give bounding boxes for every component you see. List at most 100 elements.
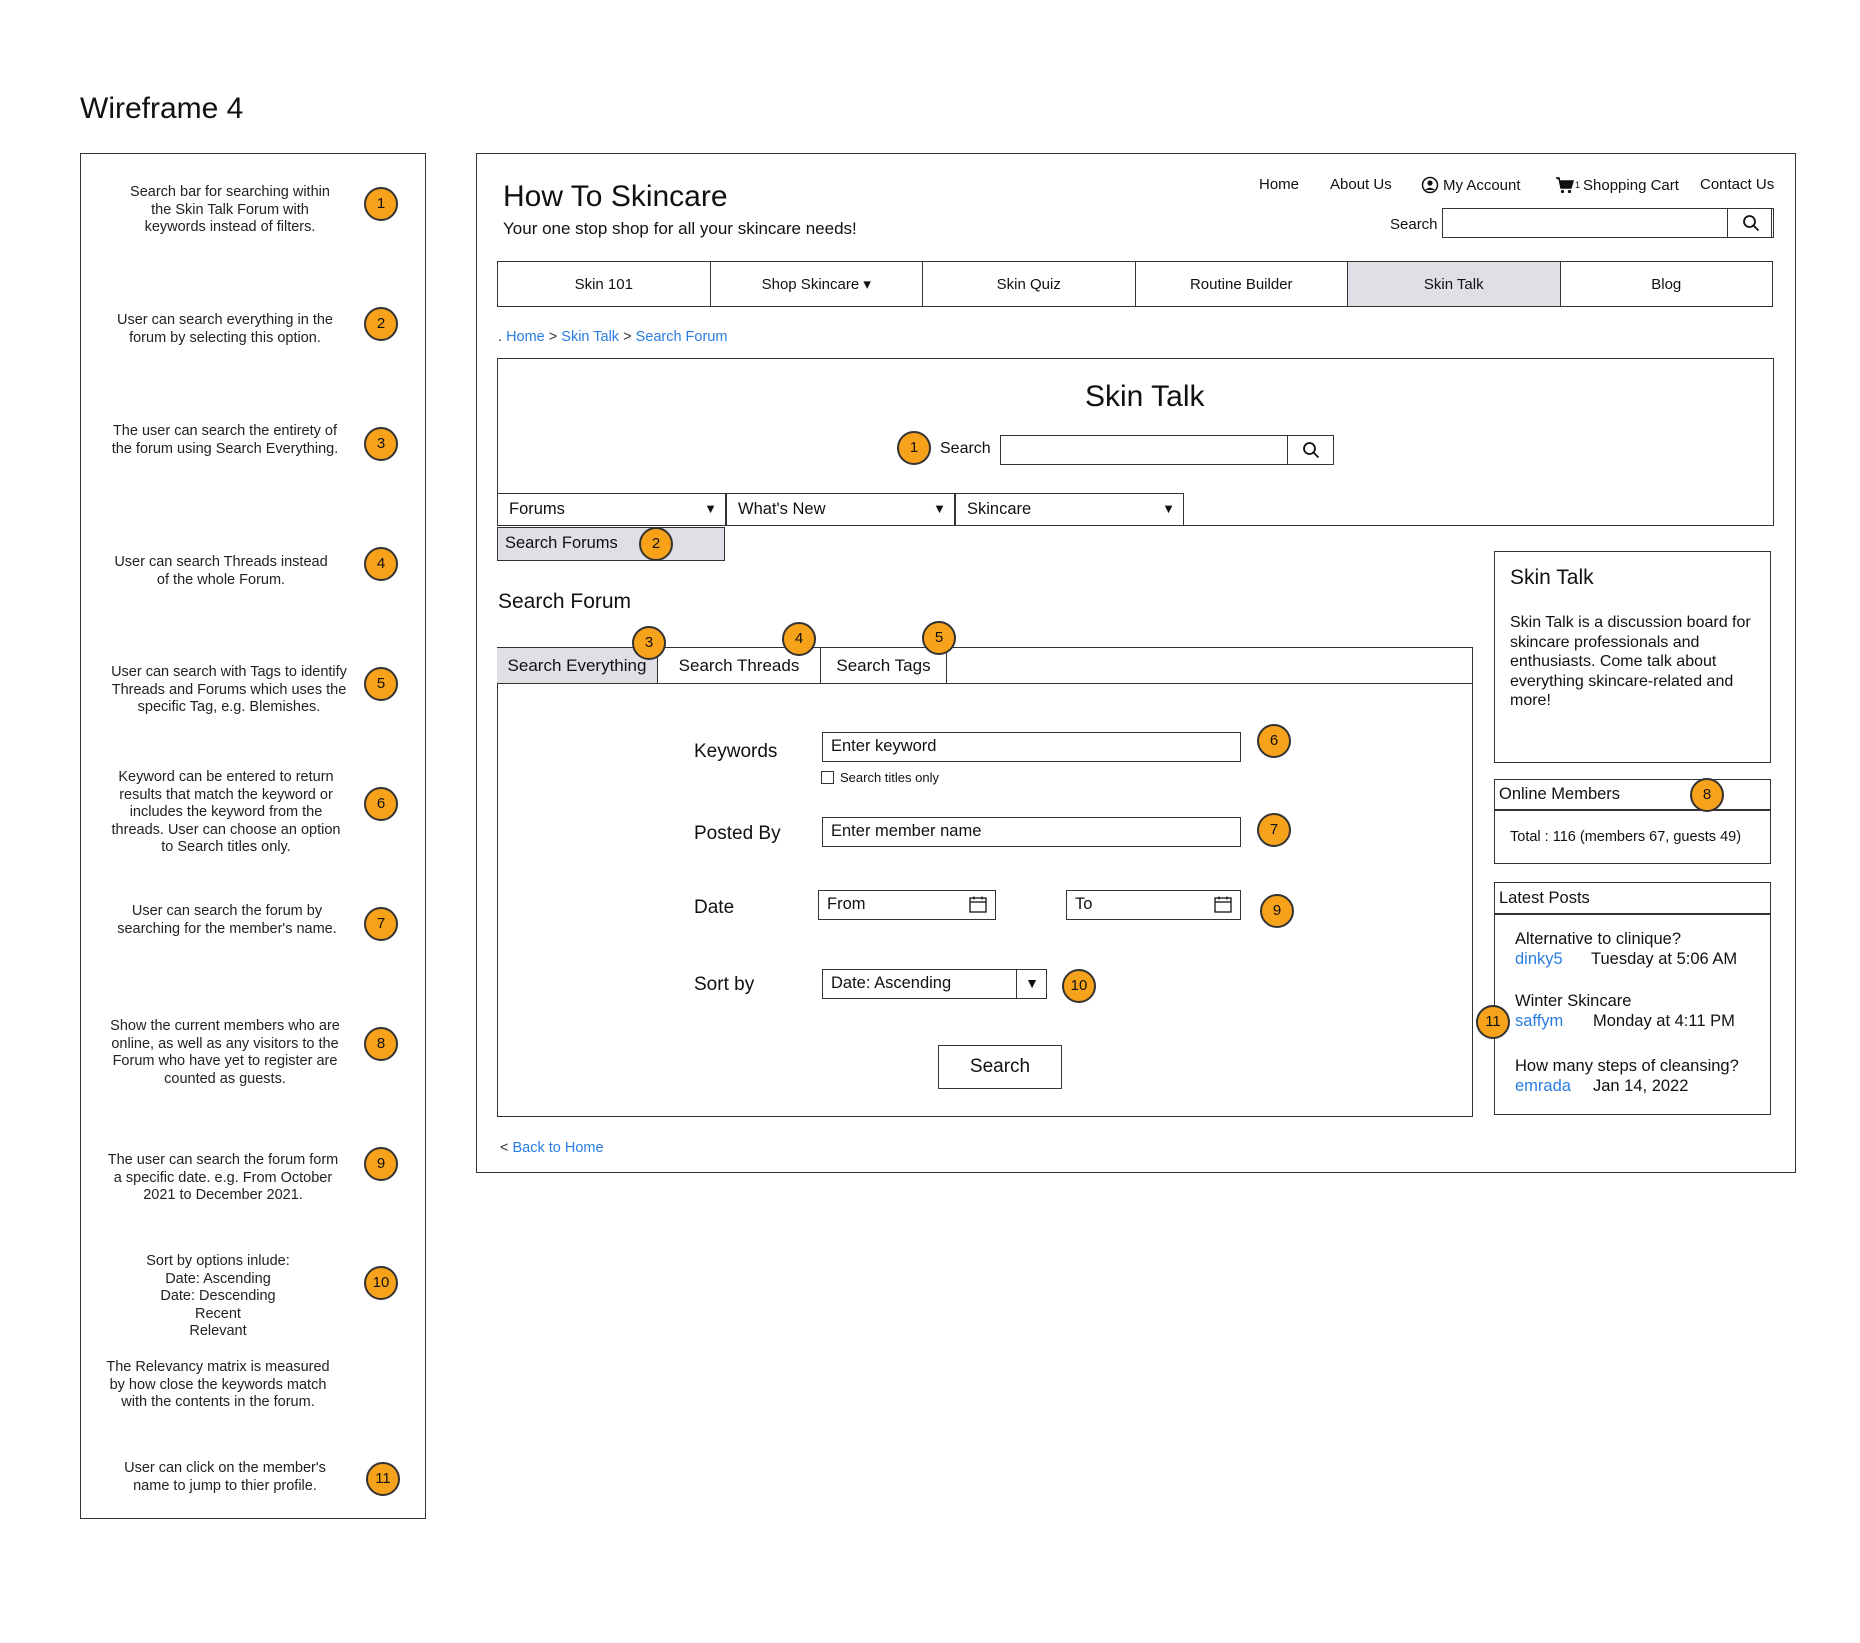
- note-text: User can search everything in the forum …: [117, 312, 333, 346]
- latest-posts-title: Latest Posts: [1499, 889, 1590, 907]
- breadcrumb-separator: >: [548, 329, 558, 345]
- note-badge-8: 8: [364, 1027, 398, 1061]
- sort-dropdown-arrow-icon[interactable]: ▼: [1016, 969, 1047, 999]
- date-to-input[interactable]: To: [1066, 890, 1241, 920]
- callout-badge-5: 5: [922, 621, 956, 655]
- post-author-link[interactable]: saffym: [1515, 1012, 1563, 1031]
- callout-badge-1: 1: [897, 431, 931, 465]
- keywords-input[interactable]: Enter keyword: [822, 732, 1241, 762]
- relevancy-note: The Relevancy matrix is measured by how …: [93, 1359, 343, 1412]
- note-2: User can search everything in the forum …: [100, 312, 350, 347]
- nav-skin-101[interactable]: Skin 101: [498, 262, 711, 306]
- note-text: The user can search the entirety of the …: [111, 423, 339, 457]
- post-author-link[interactable]: emrada: [1515, 1077, 1571, 1096]
- callout-badge-3: 3: [632, 626, 666, 660]
- calendar-icon[interactable]: [969, 896, 987, 913]
- topnav-about[interactable]: About Us: [1330, 176, 1392, 193]
- tab-search-everything[interactable]: Search Everything: [497, 648, 658, 684]
- whats-new-dropdown-label: What's New: [738, 500, 826, 518]
- whats-new-dropdown[interactable]: What's New ▼: [726, 493, 955, 526]
- titles-only-checkbox[interactable]: [821, 771, 834, 784]
- callout-badge-9: 9: [1260, 894, 1294, 928]
- date-to-placeholder: To: [1075, 895, 1093, 913]
- date-from-placeholder: From: [827, 895, 866, 913]
- note-badge-5: 5: [364, 667, 398, 701]
- post-author-link[interactable]: dinky5: [1515, 950, 1563, 969]
- note-10: Sort by options inlude: Date: Ascending …: [93, 1253, 343, 1341]
- site-title[interactable]: How To Skincare: [503, 180, 728, 214]
- callout-badge-7: 7: [1257, 813, 1291, 847]
- note-text: The user can search the forum form a spe…: [107, 1152, 339, 1203]
- nav-skin-quiz[interactable]: Skin Quiz: [923, 262, 1136, 306]
- note-badge-4: 4: [364, 547, 398, 581]
- online-members-title: Online Members: [1499, 785, 1621, 803]
- search-forum-heading: Search Forum: [498, 590, 632, 613]
- callout-badge-6: 6: [1257, 724, 1291, 758]
- topnav-cart-label: Shopping Cart: [1583, 176, 1679, 194]
- topnav-contact[interactable]: Contact Us: [1700, 176, 1774, 193]
- breadcrumb-skin-talk[interactable]: Skin Talk: [561, 329, 619, 345]
- calendar-icon[interactable]: [1214, 896, 1232, 913]
- note-1: Search bar for searching within the Skin…: [105, 184, 355, 237]
- nav-shop-skincare[interactable]: Shop Skincare ▾: [711, 262, 923, 306]
- divider: [1494, 913, 1771, 915]
- tab-search-tags[interactable]: Search Tags: [821, 648, 947, 684]
- nav-routine-builder[interactable]: Routine Builder: [1136, 262, 1348, 306]
- online-members-total: Total : 116 (members 67, guests 49): [1510, 829, 1742, 845]
- callout-badge-8: 8: [1690, 778, 1724, 812]
- note-badge-1: 1: [364, 187, 398, 221]
- top-search-button[interactable]: [1727, 208, 1774, 238]
- date-label: Date: [694, 897, 735, 918]
- note-text: Show the current members who are online,…: [110, 1018, 340, 1087]
- top-search-label: Search: [1390, 216, 1438, 233]
- forums-dropdown[interactable]: Forums ▼: [497, 493, 726, 526]
- search-icon: [1742, 215, 1759, 232]
- back-to-home-link[interactable]: Back to Home: [513, 1140, 604, 1156]
- nav-skin-talk[interactable]: Skin Talk: [1348, 262, 1561, 306]
- cart-count-badge: 1: [1575, 180, 1581, 190]
- forum-search-label: Search: [940, 440, 991, 457]
- note-badge-9: 9: [364, 1147, 398, 1181]
- posted-by-label: Posted By: [694, 823, 781, 844]
- note-5: User can search with Tags to identify Th…: [100, 664, 358, 717]
- skincare-dropdown-label: Skincare: [967, 500, 1032, 518]
- note-text: User can search Threads instead of the w…: [114, 554, 328, 588]
- note-text: Search bar for searching within the Skin…: [130, 184, 330, 235]
- dropdown-arrow-icon: ▼: [933, 501, 946, 516]
- skincare-dropdown[interactable]: Skincare ▼: [955, 493, 1184, 526]
- topnav-cart[interactable]: 1 Shopping Cart: [1555, 176, 1679, 194]
- forum-search-input[interactable]: [1000, 435, 1334, 465]
- callout-badge-10: 10: [1062, 969, 1096, 1003]
- divider: [1494, 809, 1771, 811]
- note-text: The Relevancy matrix is measured by how …: [106, 1359, 330, 1410]
- breadcrumb-search-forum[interactable]: Search Forum: [636, 329, 728, 345]
- dropdown-arrow-icon: ▼: [704, 501, 717, 516]
- breadcrumb: . Home > Skin Talk > Search Forum: [498, 329, 727, 345]
- note-9: The user can search the forum form a spe…: [98, 1152, 348, 1205]
- sort-by-select[interactable]: Date: Ascending: [822, 969, 1047, 999]
- topnav-account[interactable]: My Account: [1421, 176, 1521, 194]
- search-submit-button[interactable]: Search: [938, 1045, 1062, 1089]
- note-badge-3: 3: [364, 427, 398, 461]
- callout-badge-2: 2: [639, 527, 673, 561]
- search-forums-option[interactable]: Search Forums: [497, 527, 725, 561]
- site-tagline: Your one stop shop for all your skincare…: [503, 219, 857, 238]
- post-title[interactable]: How many steps of cleansing?: [1515, 1057, 1739, 1076]
- sort-by-label: Sort by: [694, 974, 755, 995]
- note-4: User can search Threads instead of the w…: [96, 554, 346, 589]
- breadcrumb-home[interactable]: Home: [506, 329, 545, 345]
- note-11: User can click on the member's name to j…: [100, 1460, 350, 1495]
- nav-blog[interactable]: Blog: [1561, 262, 1773, 306]
- post-title[interactable]: Alternative to clinique?: [1515, 930, 1681, 949]
- breadcrumb-separator: >: [623, 329, 632, 345]
- about-panel-body: Skin Talk is a discussion board for skin…: [1510, 614, 1751, 709]
- post-title[interactable]: Winter Skincare: [1515, 992, 1631, 1011]
- topnav-home[interactable]: Home: [1259, 176, 1299, 193]
- note-badge-7: 7: [364, 907, 398, 941]
- back-link: < Back to Home: [500, 1140, 604, 1156]
- top-search-input[interactable]: [1442, 208, 1772, 238]
- date-from-input[interactable]: From: [818, 890, 996, 920]
- posted-by-input[interactable]: Enter member name: [822, 817, 1241, 847]
- forum-search-button[interactable]: [1287, 435, 1334, 465]
- post-time: Jan 14, 2022: [1593, 1077, 1689, 1095]
